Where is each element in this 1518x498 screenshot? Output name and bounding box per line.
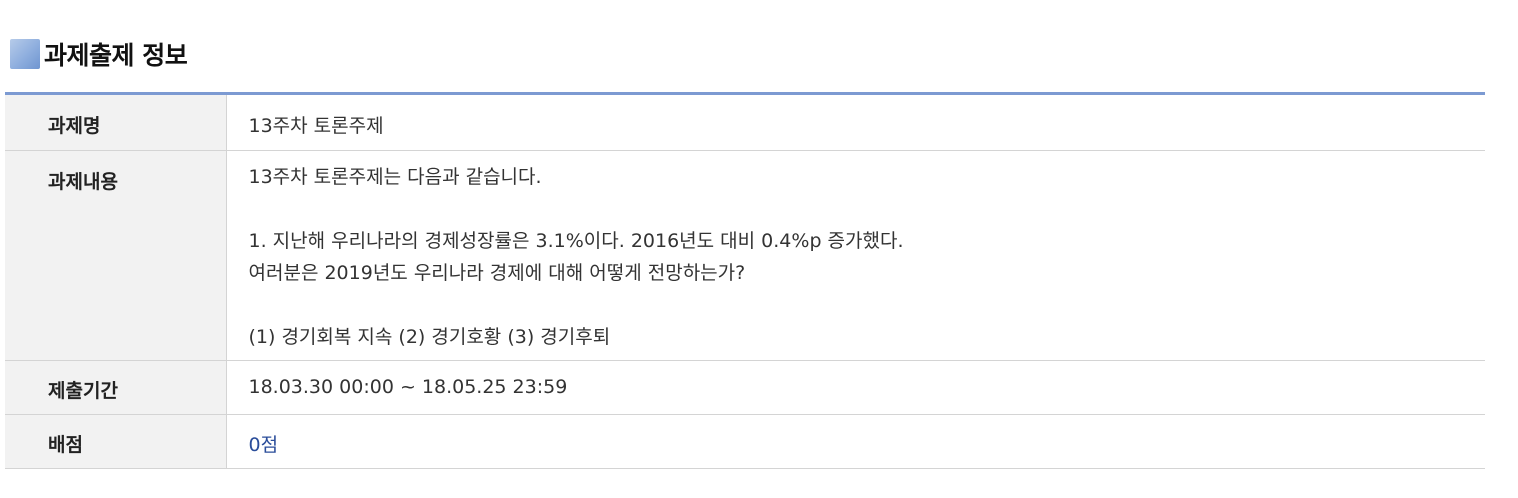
table-row: 배점 0점 xyxy=(5,414,1485,469)
assignment-info-table: 과제명 13주차 토론주제 과제내용 13주차 토론주제는 다음과 같습니다. … xyxy=(5,92,1485,469)
row-value-score: 0점 xyxy=(226,414,1485,469)
content-line: 1. 지난해 우리나라의 경제성장률은 3.1%이다. 2016년도 대비 0.… xyxy=(248,230,904,252)
section-title: 과제출제 정보 xyxy=(44,41,188,70)
row-value-assignment-name: 13주차 토론주제 xyxy=(226,93,1485,151)
table-row: 과제명 13주차 토론주제 xyxy=(5,93,1485,151)
content-spacer xyxy=(249,193,1486,225)
row-label-assignment-content: 과제내용 xyxy=(5,150,227,361)
content-line: 13주차 토론주제는 다음과 같습니다. xyxy=(248,166,542,188)
content-line: 여러분은 2019년도 우리나라 경제에 대해 어떻게 전망하는가? xyxy=(248,262,746,284)
section-bullet-icon xyxy=(10,39,40,69)
row-label-score: 배점 xyxy=(5,414,227,469)
content-line: (1) 경기회복 지속 (2) 경기호황 (3) 경기후퇴 xyxy=(248,326,611,348)
content-spacer xyxy=(249,289,1486,321)
row-label-submission-period: 제출기간 xyxy=(5,360,227,415)
section-header: 과제출제 정보 xyxy=(10,36,188,72)
row-value-submission-period: 18.03.30 00:00 ~ 18.05.25 23:59 xyxy=(226,360,1485,415)
row-value-assignment-content: 13주차 토론주제는 다음과 같습니다. 1. 지난해 우리나라의 경제성장률은… xyxy=(226,150,1486,361)
row-label-assignment-name: 과제명 xyxy=(5,93,227,151)
table-row: 과제내용 13주차 토론주제는 다음과 같습니다. 1. 지난해 우리나라의 경… xyxy=(5,150,1486,361)
table-row: 제출기간 18.03.30 00:00 ~ 18.05.25 23:59 xyxy=(5,360,1485,415)
